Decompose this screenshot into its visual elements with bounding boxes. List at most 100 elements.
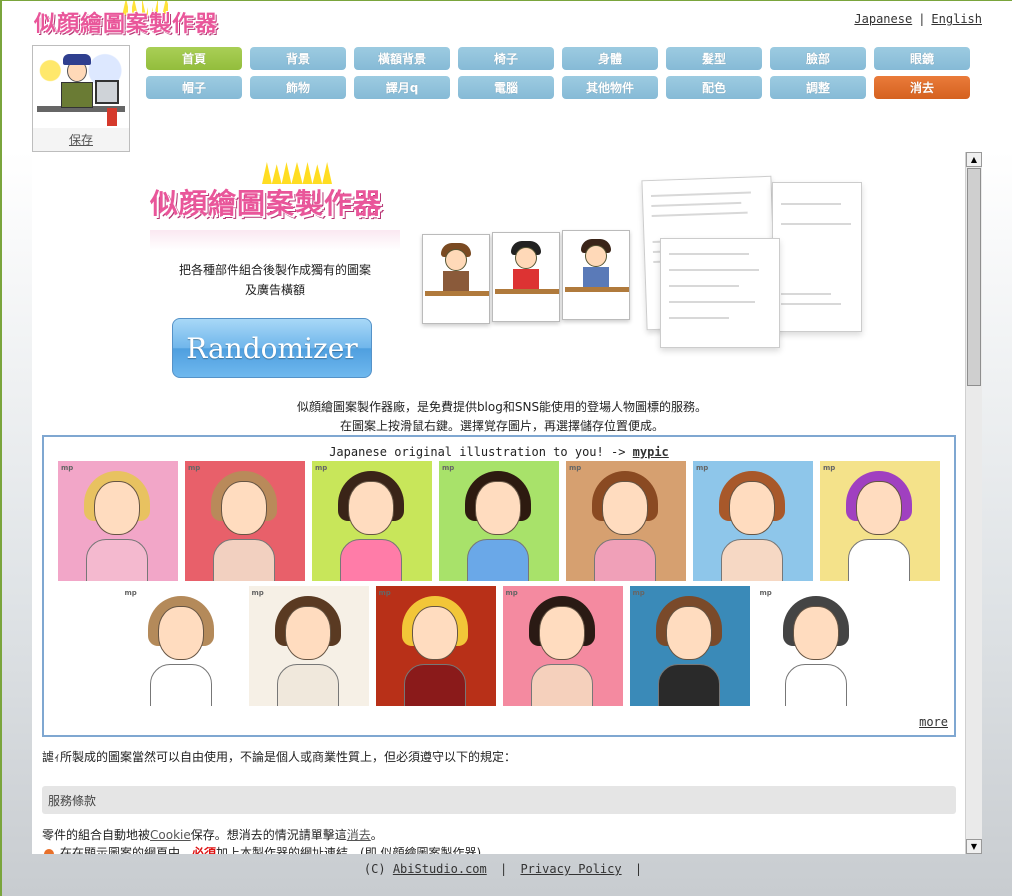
thumbnail-body [340, 539, 402, 581]
illustration-thumbnail[interactable]: mp [375, 586, 496, 706]
thumbnail-mp-tag: mp [442, 464, 455, 472]
illustration-thumbnail[interactable]: mp [629, 586, 750, 706]
more-illustrations-link[interactable]: more [919, 715, 948, 729]
thumbnail-face [284, 606, 331, 660]
illustration-thumbnail[interactable]: mp [566, 461, 686, 581]
thumbnail-body [467, 539, 529, 581]
thumbnail-face [411, 606, 458, 660]
thumbnail-mp-tag: mp [251, 589, 264, 597]
footer-separator: | [499, 862, 508, 876]
mypic-link[interactable]: mypic [633, 445, 669, 459]
illustration-gallery-heading: Japanese original illustration to you! -… [44, 445, 954, 459]
cookie-notice-end: 。 [370, 828, 383, 842]
banner-description-line-2: 及廣告橫額 [244, 283, 305, 297]
promo-blog-page-2 [772, 182, 862, 332]
illustration-thumbnail[interactable]: mp [820, 461, 940, 581]
nav-button-adjust[interactable]: 調整 [770, 76, 866, 99]
save-avatar-link[interactable]: 保存 [33, 131, 129, 148]
intro-line-1: 似顔繪圖案製作器廠，是免費提供blog和SNS能使用的登場人物圖標的服務。 [296, 400, 708, 414]
scroll-down-arrow-icon[interactable]: ▼ [966, 839, 982, 854]
abistudio-link[interactable]: AbiStudio.com [393, 862, 487, 876]
illustration-thumbnail[interactable]: mp [693, 461, 813, 581]
window-top-border [0, 0, 1012, 1]
clear-cookie-link[interactable]: 消去 [347, 828, 371, 842]
thumbnail-mp-tag: mp [569, 464, 582, 472]
nav-button-color[interactable]: 配色 [666, 76, 762, 99]
copyright-mark: (C) [363, 862, 386, 876]
thumbnail-body [721, 539, 783, 581]
cookie-notice-pre: 零件的組合自動地被 [42, 828, 151, 842]
thumbnail-face [475, 481, 521, 535]
randomizer-button[interactable]: Randomizer [172, 318, 372, 378]
nav-button-hairstyle[interactable]: 髮型 [666, 47, 762, 70]
thumbnail-body [149, 664, 212, 706]
banner-logo-text: 似顔繪圖案製作器 [150, 187, 383, 220]
nav-button-banner-background[interactable]: 橫額背景 [354, 47, 450, 70]
nav-button-computer[interactable]: 電腦 [458, 76, 554, 99]
illustration-thumbnail[interactable]: mp [185, 461, 305, 581]
thumbnail-mp-tag: mp [124, 589, 137, 597]
rule-text-post: 加上本製作器的網址連結。(即 似顔繪圖案製作器) [216, 846, 482, 854]
illustration-thumbnail[interactable]: mp [248, 586, 369, 706]
thumbnail-body [530, 664, 593, 706]
language-switcher: Japanese | English [854, 12, 982, 26]
cookie-notice-mid: 保存。想消去的情況請單擊這 [190, 828, 347, 842]
site-logo-text: 似顔繪圖案製作器 [34, 12, 219, 37]
rule-text-must: 必須 [192, 846, 217, 854]
vertical-scrollbar[interactable]: ▲ ▼ [965, 152, 982, 854]
thumbnail-mp-tag: mp [61, 464, 74, 472]
thumbnail-face [94, 481, 140, 535]
thumbnail-body [86, 539, 148, 581]
thumbnail-body [657, 664, 720, 706]
banner-description-line-1: 把各種部件組合後製作成獨有的圖案 [178, 263, 371, 277]
scroll-up-arrow-icon[interactable]: ▲ [966, 152, 982, 167]
nav-button-background[interactable]: 背景 [250, 47, 346, 70]
avatar-cap [63, 54, 91, 65]
promo-character-panel-2 [492, 232, 560, 322]
nav-button-chair[interactable]: 椅子 [458, 47, 554, 70]
nav-row-1: 首頁 背景 橫額背景 椅子 身體 髮型 臉部 眼鏡 [146, 47, 976, 70]
thumbnail-face [856, 481, 902, 535]
thumbnail-face [348, 481, 394, 535]
nav-button-glasses[interactable]: 眼鏡 [874, 47, 970, 70]
privacy-policy-link[interactable]: Privacy Policy [520, 862, 621, 876]
thumbnail-mp-tag: mp [632, 589, 645, 597]
illustration-thumbnail[interactable]: mp [312, 461, 432, 581]
site-logo[interactable]: 似顔繪圖案製作器 [34, 0, 219, 40]
avatar-preview-image [33, 46, 129, 128]
nav-row-2: 帽子 飾物 譯月q 電腦 其他物件 配色 調整 消去 [146, 76, 976, 99]
scrollbar-thumb[interactable] [967, 168, 981, 386]
nav-button-other-items[interactable]: 其他物件 [562, 76, 658, 99]
nav-button-accessory[interactable]: 飾物 [250, 76, 346, 99]
nav-button-body[interactable]: 身體 [562, 47, 658, 70]
lang-separator: | [918, 12, 926, 26]
thumbnail-face [729, 481, 775, 535]
thumbnail-mp-tag: mp [696, 464, 709, 472]
lang-japanese-link[interactable]: Japanese [854, 12, 912, 26]
thumbnail-mp-tag: mp [188, 464, 201, 472]
intro-text: 似顔繪圖案製作器廠，是免費提供blog和SNS能使用的登場人物圖標的服務。 在圖… [42, 398, 962, 436]
nav-button-hat[interactable]: 帽子 [146, 76, 242, 99]
thumbnail-face [538, 606, 585, 660]
parts-navigation: 首頁 背景 橫額背景 椅子 身體 髮型 臉部 眼鏡 帽子 飾物 譯月q 電腦 其… [146, 47, 976, 105]
nav-button-item[interactable]: 譯月q [354, 76, 450, 99]
cookie-notice: 零件的組合自動地被Cookie保存。想消去的情況請單擊這消去。 [42, 826, 383, 843]
illustration-thumbnail[interactable]: mp [439, 461, 559, 581]
thumbnail-mp-tag: mp [315, 464, 328, 472]
nav-button-home[interactable]: 首頁 [146, 47, 242, 70]
illustration-row-2: mp mp mp mp mp mp [44, 586, 954, 706]
cookie-link[interactable]: Cookie [150, 828, 191, 842]
illustration-thumbnail[interactable]: mp [756, 586, 877, 706]
illustration-thumbnail[interactable]: mp [58, 461, 178, 581]
nav-button-face[interactable]: 臉部 [770, 47, 866, 70]
thumbnail-mp-tag: mp [823, 464, 836, 472]
lang-english-link[interactable]: English [931, 12, 982, 26]
illustration-gallery: Japanese original illustration to you! -… [42, 435, 956, 737]
banner-logo: 似顔繪圖案製作器 [150, 176, 400, 228]
footer-separator-2: | [634, 862, 643, 876]
illustration-thumbnail[interactable]: mp [121, 586, 242, 706]
illustration-thumbnail[interactable]: mp [502, 586, 623, 706]
banner-description: 把各種部件組合後製作成獨有的圖案 及廣告橫額 [150, 260, 400, 300]
nav-button-clear[interactable]: 消去 [874, 76, 970, 99]
avatar-preview-box: 保存 [32, 45, 130, 152]
